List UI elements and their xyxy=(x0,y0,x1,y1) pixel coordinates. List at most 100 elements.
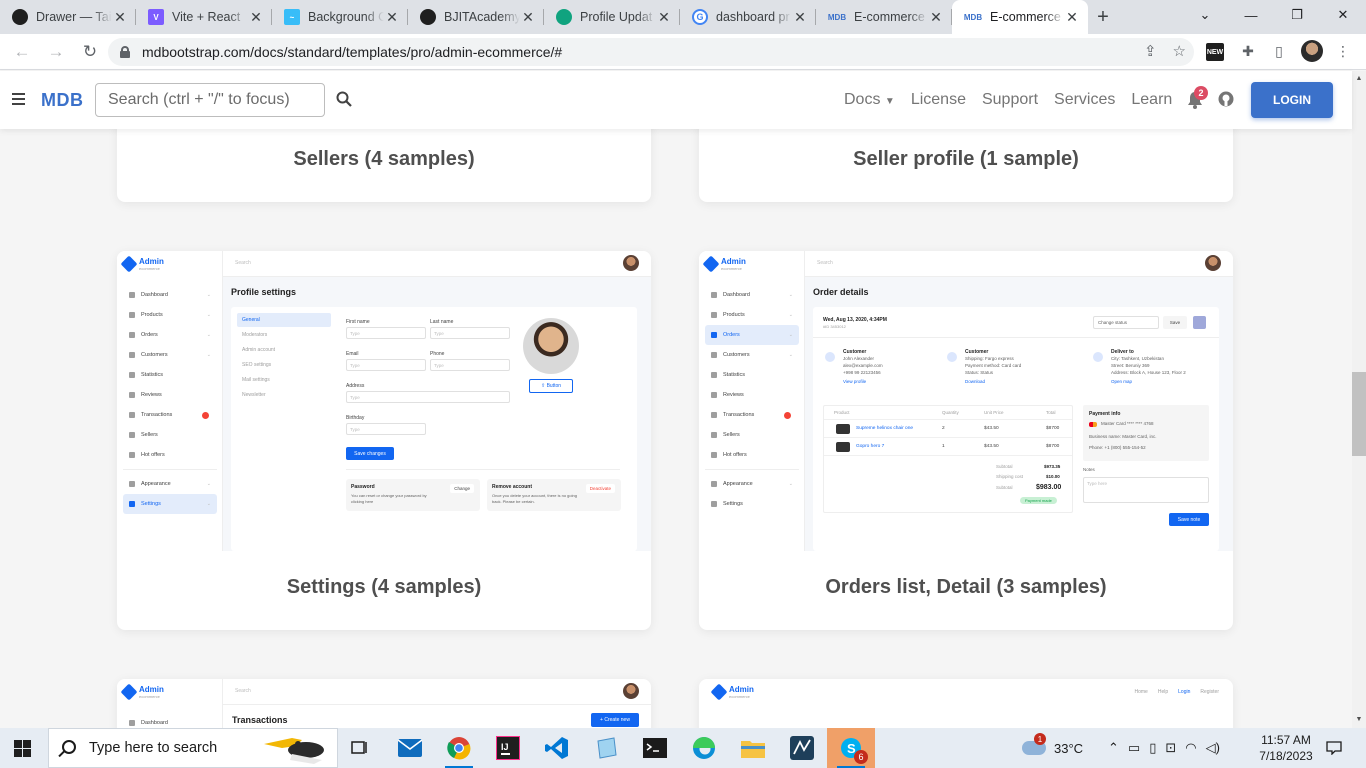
url-field[interactable]: mdbootstrap.com/docs/standard/templates/… xyxy=(108,38,1194,66)
close-window-icon[interactable]: ✕ xyxy=(1320,0,1366,30)
profile-avatar[interactable] xyxy=(1301,40,1323,62)
settings-card[interactable]: Admin ecommerce Dashboard ⌄ Products ⌄ Orde… xyxy=(117,251,651,630)
minimize-icon[interactable]: — xyxy=(1228,0,1274,30)
browser-tab[interactable]: G dashboard pr ✕ xyxy=(680,0,816,34)
product-name: Supreme helinox chair one xyxy=(856,426,914,431)
remove-account-box: Remove account Once you delete your acco… xyxy=(487,479,621,511)
save-note-button: Save note xyxy=(1169,513,1209,526)
task-view-icon[interactable] xyxy=(336,728,384,768)
browser-tab[interactable]: BJITAcademy: ✕ xyxy=(408,0,544,34)
forward-icon[interactable]: → xyxy=(40,36,72,68)
nav-docs[interactable]: Docs ▼ xyxy=(844,91,895,109)
chrome-icon[interactable] xyxy=(435,728,483,768)
new-extension-icon[interactable]: NEW xyxy=(1206,43,1224,61)
nav-services[interactable]: Services xyxy=(1054,91,1115,109)
email-label: Email xyxy=(346,351,359,357)
docs-search-input[interactable]: Search (ctrl + "/" to focus) xyxy=(95,83,325,117)
restore-icon[interactable]: ❐ xyxy=(1274,0,1320,30)
bookmark-star-icon[interactable]: ☆ xyxy=(1173,42,1186,60)
nav-license[interactable]: License xyxy=(911,91,966,109)
nav-support[interactable]: Support xyxy=(982,91,1038,109)
menu-label: Dashboard xyxy=(141,720,168,726)
chrome-menu-icon[interactable]: ⋮ xyxy=(1332,40,1354,62)
deliver-line: Address: Block A, House 123, Floor 2 xyxy=(1111,370,1186,375)
login-button[interactable]: LOGIN xyxy=(1251,82,1333,118)
notepad-icon[interactable] xyxy=(582,728,630,768)
preview-menu: Dashboard ⌄ Products ⌄ Orders ⌄ Customers ⌄ … xyxy=(123,285,217,514)
nav-learn[interactable]: Learn xyxy=(1131,91,1172,109)
scrollbar-thumb[interactable] xyxy=(1352,372,1366,456)
tailwind-icon: ~ xyxy=(284,9,300,25)
logo-sub: ecommerce xyxy=(139,266,160,271)
github-icon[interactable] xyxy=(1218,91,1234,107)
menu-label: Sellers xyxy=(723,432,740,438)
intellij-icon[interactable]: IJ xyxy=(484,728,532,768)
payment-line: Phone: +1 (800) 555-154-52 xyxy=(1089,445,1146,450)
orders-card[interactable]: Admin ecommerce Dashboard ⌄ Products ⌄ Orde… xyxy=(699,251,1233,630)
terminal-icon[interactable] xyxy=(631,728,679,768)
close-tab-icon[interactable]: ✕ xyxy=(520,9,536,26)
scroll-down-icon[interactable]: ▼ xyxy=(1352,712,1366,726)
wifi-icon[interactable]: ◠ xyxy=(1185,740,1196,756)
back-icon[interactable]: ← xyxy=(6,36,38,68)
logo-text: Admin xyxy=(721,257,746,266)
mdb-logo[interactable]: MDB xyxy=(41,90,84,111)
close-tab-icon[interactable]: ✕ xyxy=(248,9,264,26)
volume-icon[interactable]: ◁) xyxy=(1206,740,1220,756)
close-tab-icon[interactable]: ✕ xyxy=(112,9,128,26)
price: $43.50 xyxy=(984,444,999,449)
browser-tab[interactable]: Profile Updat ✕ xyxy=(544,0,680,34)
close-tab-icon[interactable]: ✕ xyxy=(656,9,672,26)
close-tab-icon[interactable]: ✕ xyxy=(384,9,400,26)
close-tab-icon[interactable]: ✕ xyxy=(792,9,808,26)
close-tab-icon[interactable]: ✕ xyxy=(928,9,944,26)
extensions-puzzle-icon[interactable]: ✚ xyxy=(1237,40,1259,62)
scroll-up-icon[interactable]: ▲ xyxy=(1352,71,1366,85)
preview-title: Order details xyxy=(813,287,869,297)
display-icon[interactable]: ⊡ xyxy=(1165,740,1176,756)
mail-icon[interactable] xyxy=(386,728,434,768)
remove-text: Once you delete your account, there is n… xyxy=(492,493,577,504)
settings-tab: Admin account xyxy=(242,347,276,353)
reload-icon[interactable]: ↻ xyxy=(74,36,106,68)
menu-item: Customers ⌄ xyxy=(705,345,799,365)
product-thumbnail xyxy=(836,424,850,434)
edge-icon[interactable] xyxy=(680,728,728,768)
vscode-icon[interactable] xyxy=(533,728,581,768)
file-explorer-icon[interactable] xyxy=(729,728,777,768)
mysql-workbench-icon[interactable] xyxy=(778,728,826,768)
card-title: Seller profile (1 sample) xyxy=(853,148,1079,170)
hamburger-menu-icon[interactable] xyxy=(12,93,25,105)
weather-widget[interactable]: 1 33°C xyxy=(1022,728,1083,768)
side-panel-icon[interactable]: ▯ xyxy=(1268,40,1290,62)
notification-center-icon[interactable] xyxy=(1324,728,1344,768)
price: $43.50 xyxy=(984,426,999,431)
tab-search-icon[interactable]: ⌄ xyxy=(1182,0,1228,30)
chevron-down-icon: ⌄ xyxy=(206,312,211,318)
browser-tab[interactable]: V Vite + React ✕ xyxy=(136,0,272,34)
new-tab-icon[interactable]: + xyxy=(1088,0,1118,34)
browser-tab-active[interactable]: MDB E-commerce ✕ xyxy=(952,0,1088,34)
browser-tab[interactable]: MDB E-commerce ✕ xyxy=(816,0,952,34)
menu-item: Reviews xyxy=(705,385,799,405)
reviews-icon xyxy=(711,392,717,398)
preview-logo: Admin ecommerce xyxy=(710,683,754,701)
windows-start-icon[interactable] xyxy=(14,740,31,757)
close-tab-icon[interactable]: ✕ xyxy=(1064,9,1080,26)
divider xyxy=(813,337,1219,338)
menu-label: Reviews xyxy=(141,392,162,398)
view-profile-link: View profile xyxy=(843,379,867,384)
save-changes-button: Save changes xyxy=(346,447,394,460)
preview-sidebar: Admin ecommerce Dashboard ⌄ Products ⌄ Orde… xyxy=(117,251,223,551)
skype-badge: 6 xyxy=(854,750,868,764)
search-icon[interactable] xyxy=(336,91,352,107)
meet-now-icon[interactable]: ▭ xyxy=(1128,740,1140,756)
taskbar-clock[interactable]: 11:57 AM 7/18/2023 xyxy=(1254,732,1318,764)
settings-tab: Moderators xyxy=(242,332,268,338)
skype-icon[interactable]: S 6 xyxy=(827,728,875,768)
battery-icon[interactable]: ▯ xyxy=(1149,740,1156,756)
browser-tab[interactable]: ~ Background C ✕ xyxy=(272,0,408,34)
chevron-up-icon[interactable]: ⌃ xyxy=(1108,740,1119,756)
share-icon[interactable]: ⇪ xyxy=(1144,42,1157,60)
browser-tab[interactable]: Drawer — Tai ✕ xyxy=(0,0,136,34)
